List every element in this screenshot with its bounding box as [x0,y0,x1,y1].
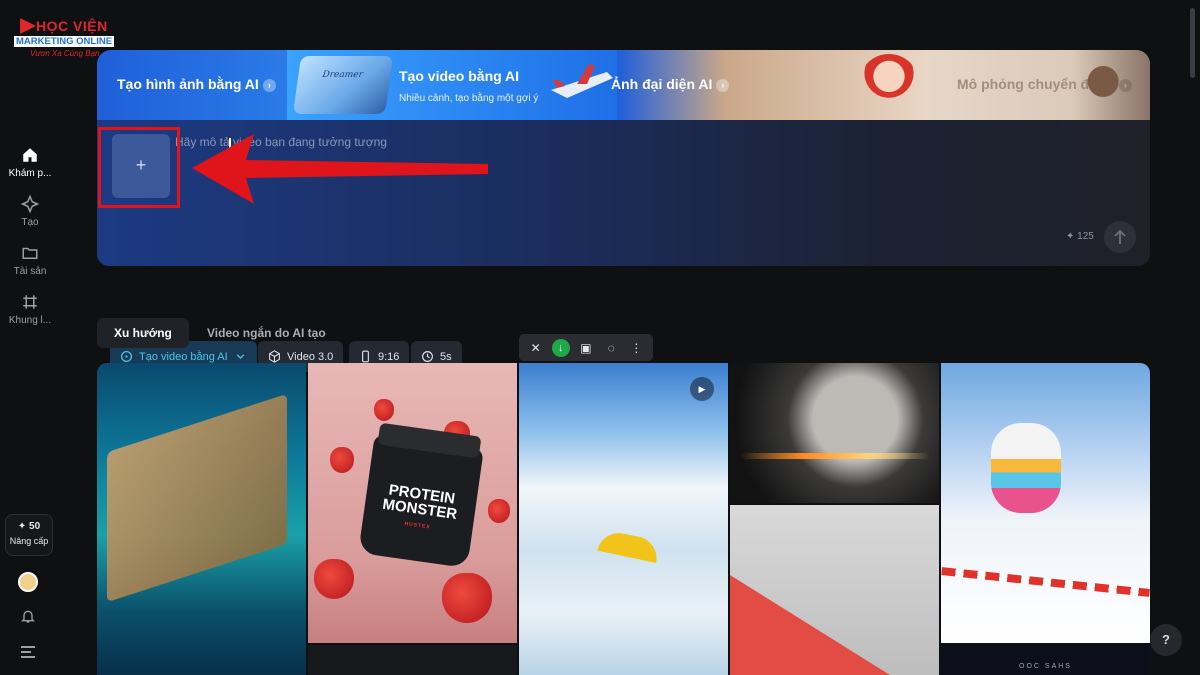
crop-frame-icon [23,295,37,309]
upgrade-label: Nâng cấp [9,536,49,546]
gallery-item-statue[interactable] [730,363,939,503]
sparkle-icon [21,195,39,213]
highlight-box [98,127,180,208]
bell-icon[interactable] [20,608,36,624]
gallery: PROTEIN MONSTER HUSTEX ▶ OOC SAHS [97,363,1150,675]
gallery-item-jumper[interactable] [730,505,939,675]
gallery-item-polar-bear[interactable] [941,363,1150,643]
strawberry [488,499,510,523]
strawberry [314,559,354,599]
sidebar-item-canvas[interactable]: Khung l... [0,293,60,326]
avatar-girl-thumbnail [859,54,919,118]
polar-bear-figure [991,423,1061,513]
sidebar-item-label: Tạo [21,217,39,228]
gallery-item-protein[interactable]: PROTEIN MONSTER HUSTEX [308,363,517,643]
credit-cost: ✦ 125 [1066,231,1094,242]
lightbulb-icon[interactable]: ◌ [602,339,620,357]
scrollbar[interactable] [1190,8,1195,78]
home-icon [23,148,37,162]
strawberry [442,573,492,623]
sidebar-item-explore[interactable]: Khám p... [0,146,60,179]
sidebar-item-assets[interactable]: Tài sản [0,244,60,277]
folder-icon [22,247,38,259]
video-refresh-icon [120,350,133,363]
play-icon[interactable]: ▶ [690,377,714,401]
ratio-label: 9:16 [378,350,400,363]
gallery-item-paraglider[interactable]: ▶ [519,363,728,675]
annotation-arrow-icon [192,134,488,204]
sidebar: HỌC VIỆN MARKETING ONLINE Vươn Xa Cùng B… [0,0,115,675]
sidebar-item-create[interactable]: Tạo [0,195,60,228]
model-label: Video 3.0 [287,350,334,363]
logo-line-1: HỌC VIỆN [36,18,108,34]
avatar[interactable] [18,572,38,592]
banner-label-avatar-ai: Ảnh đại diện AI [611,76,713,92]
banner-subtitle-video-ai: Nhiều cảnh, tạo bằng một gợi ý [399,93,539,104]
chevron-right-icon: › [262,78,276,92]
logo-play-mark [20,18,36,34]
sidebar-item-label: Tài sản [13,266,47,277]
motion-man-thumbnail [1072,50,1150,120]
mode-label: Tạo video bằng AI [139,350,228,363]
sidebar-item-label: Khung l... [8,315,52,326]
feature-banner: Tạo hình ảnh bằng AI › Tạo video bằng AI … [97,50,1150,120]
gallery-item-ocean[interactable] [97,363,306,675]
plane-thumbnail [551,64,613,98]
banner-label-image-ai: Tạo hình ảnh bằng AI [117,76,259,92]
cube-icon [269,350,280,363]
tab-trending[interactable]: Xu hướng [97,318,189,348]
protein-jar: PROTEIN MONSTER HUSTEX [358,422,484,569]
tab-short-videos[interactable]: Video ngắn do AI tạo [190,318,343,348]
upgrade-button[interactable]: ✦ 50 Nâng cấp [5,514,53,556]
gallery-item-dark[interactable] [308,645,517,675]
screen-capture-icon[interactable]: ▣ [577,339,595,357]
thumbnail-caption: Dreamer [321,70,364,80]
floating-toolbar: ✕ ↓ ▣ ◌ ⋮ [519,334,653,361]
logo-line-3: Vươn Xa Cùng Bạn [30,49,100,58]
paraglider-wing [597,529,661,563]
download-icon[interactable]: ↓ [551,338,570,357]
strawberry [330,447,354,473]
credit-balance: ✦ 50 [17,521,41,532]
strawberry [374,399,394,421]
gallery-item-night[interactable]: OOC SAHS [941,645,1150,675]
arrow-up-icon [1114,229,1126,244]
ribbon-stripe [941,567,1150,597]
sidebar-item-label: Khám p... [8,168,52,179]
clock-icon [422,351,433,362]
banner-label-video-ai: Tạo video bằng AI [399,68,520,84]
logo-line-2: MARKETING ONLINE [14,36,115,47]
more-options-icon[interactable]: ⋮ [627,339,645,357]
banner-image-ai[interactable]: Tạo hình ảnh bằng AI › [97,50,287,120]
chevron-right-icon: › [716,78,730,92]
whale-thumbnail: Dreamer [292,56,394,114]
send-button[interactable] [1104,221,1136,253]
phone-ratio-icon [362,350,369,363]
menu-icon[interactable] [21,646,35,658]
duration-label: 5s [440,350,452,363]
close-icon[interactable]: ✕ [527,339,545,357]
help-button[interactable]: ? [1150,624,1182,656]
chevron-down-icon [236,354,244,360]
